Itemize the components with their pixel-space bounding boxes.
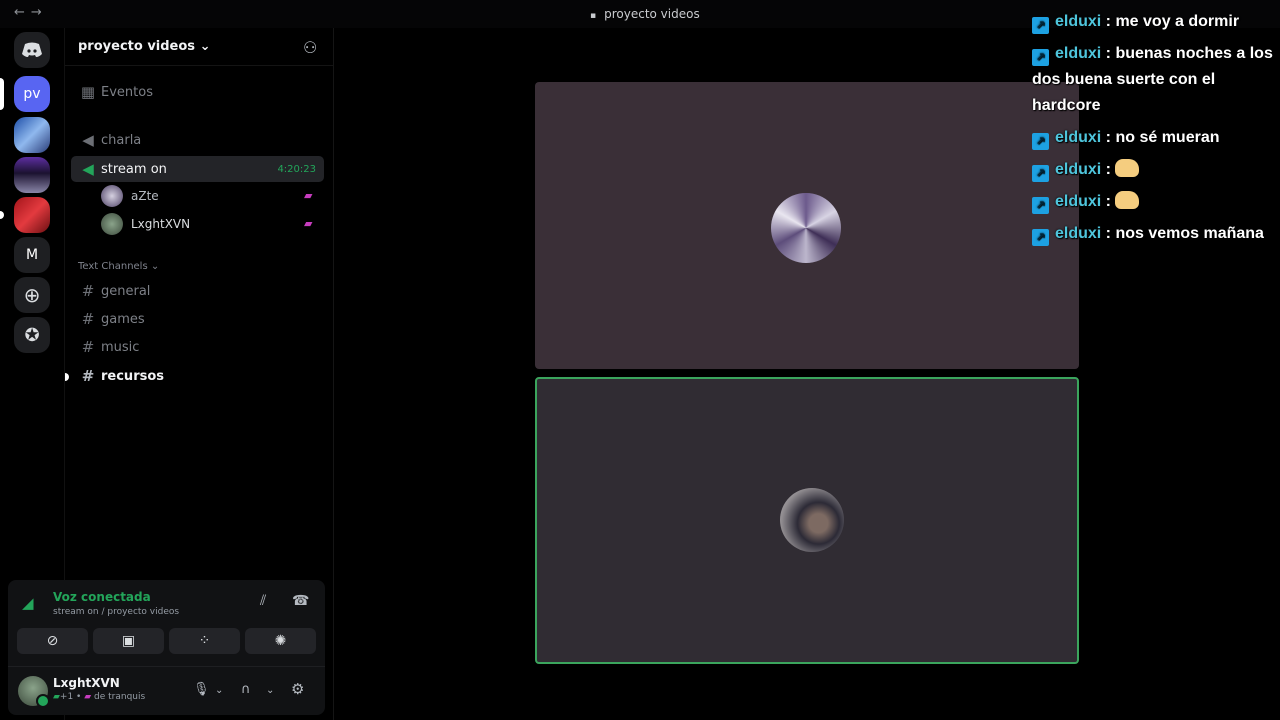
chat-message: ↗ elduxi : <box>1032 157 1280 183</box>
soundboard-icon[interactable]: ✺ <box>245 628 316 654</box>
username: LxghtXVN <box>53 676 120 690</box>
chat-overlay: ↗ elduxi : me voy a dormir ↗ elduxi : buen… <box>1032 9 1280 253</box>
online-status-icon <box>36 694 50 708</box>
badge-icon: ↗ <box>1032 229 1049 246</box>
events-item[interactable]: ▦ Eventos <box>71 79 324 105</box>
unread-indicator <box>65 373 69 381</box>
avatar[interactable] <box>18 676 50 708</box>
chat-message: ↗ elduxi : no sé mueran <box>1032 125 1280 151</box>
headphones-icon[interactable]: ∩ <box>241 682 251 697</box>
voice-panel: ◢ Voz conectada stream on / proyecto vid… <box>8 580 325 715</box>
chat-message: ↗ elduxi : nos vemos mañana <box>1032 221 1280 247</box>
avatar <box>101 185 123 207</box>
call-timer: 4:20:23 <box>277 163 316 175</box>
arrow-left-icon[interactable]: ← <box>14 5 31 20</box>
channel-recursos[interactable]: # recursos <box>71 363 324 389</box>
hash-icon: # <box>81 282 95 300</box>
hash-icon: # <box>81 367 95 385</box>
server-blue[interactable] <box>14 117 50 153</box>
voice-channel-charla[interactable]: ◀ charla <box>71 127 324 153</box>
channel-music[interactable]: # music <box>71 334 324 360</box>
chevron-down-icon: ⌄ <box>199 39 211 54</box>
selected-server-pill <box>0 78 4 110</box>
flexed-arm-emoji-icon <box>1115 191 1140 209</box>
game-controller-icon: ▰ <box>53 692 60 702</box>
signal-icon[interactable]: ◢ <box>22 594 34 612</box>
server-m[interactable]: M <box>14 237 50 273</box>
badge-icon: ↗ <box>1032 197 1049 214</box>
server-pv[interactable]: pv <box>14 76 50 112</box>
divider <box>65 65 333 66</box>
badge-icon: ↗ <box>1032 133 1049 150</box>
server-mini-icon: ▪ <box>590 11 597 21</box>
server-name-header[interactable]: proyecto videos ⌄ <box>78 39 210 54</box>
chevron-down-icon[interactable]: ⌄ <box>266 685 274 696</box>
calendar-icon: ▦ <box>80 83 96 101</box>
noise-suppression-icon[interactable]: ⫽ <box>260 593 266 609</box>
chevron-down-icon: ⌄ <box>150 261 160 272</box>
avatar <box>771 193 841 263</box>
chat-message: ↗ elduxi : buenas noches a los dos buena … <box>1032 45 1273 114</box>
channel-games[interactable]: # games <box>71 306 324 332</box>
server-purple[interactable] <box>14 157 50 193</box>
avatar <box>101 213 123 235</box>
badge-icon: ↗ <box>1032 17 1049 34</box>
plus-icon[interactable]: ⊕ <box>14 277 50 313</box>
chevron-down-icon[interactable]: ⌄ <box>215 685 223 696</box>
custom-status: ▰+1 • ▰ de tranquis <box>53 692 146 702</box>
activities-icon[interactable]: ⁘ <box>169 628 240 654</box>
nav-arrows: ←→ <box>14 5 48 20</box>
add-member-icon[interactable]: ⚇ <box>303 38 317 57</box>
screen-share-icon[interactable]: ▣ <box>93 628 164 654</box>
voice-status: Voz conectada <box>53 590 151 604</box>
voice-user-lxghtxvn[interactable]: LxghtXVN ▰ <box>101 212 312 236</box>
avatar <box>780 488 844 552</box>
hash-icon: # <box>81 310 95 328</box>
badge-icon: ↗ <box>1032 165 1049 182</box>
voice-user-azte[interactable]: aZte ▰ <box>101 184 312 208</box>
microphone-icon[interactable]: 🎙 <box>193 682 210 697</box>
category-text-channels[interactable]: Text Channels ⌄ <box>78 261 159 272</box>
chat-message: ↗ elduxi : me voy a dormir <box>1032 9 1280 35</box>
disconnect-icon[interactable]: ☎ <box>292 593 309 609</box>
user-bar: LxghtXVN ▰+1 • ▰ de tranquis 🎙 ⌄ ∩ ⌄ ⚙ <box>8 666 325 716</box>
speaker-icon: ◀ <box>82 131 94 149</box>
server-red[interactable] <box>14 197 50 233</box>
game-controller-icon: ▰ <box>304 189 313 202</box>
arrow-right-icon[interactable]: → <box>31 5 48 20</box>
hash-icon: # <box>81 338 95 356</box>
channel-general[interactable]: # general <box>71 278 324 304</box>
game-controller-icon: ▰ <box>84 692 92 702</box>
settings-gear-icon[interactable]: ⚙ <box>291 680 304 698</box>
unread-indicator <box>0 211 4 219</box>
video-tile-azte[interactable] <box>535 82 1079 369</box>
speaker-icon: ◀ <box>82 160 94 178</box>
game-controller-icon: ▰ <box>304 217 313 230</box>
flexed-arm-emoji-icon <box>1115 159 1140 177</box>
camera-off-icon[interactable]: ⊘ <box>17 628 88 654</box>
badge-icon: ↗ <box>1032 49 1049 66</box>
compass-icon[interactable]: ✪ <box>14 317 50 353</box>
window-title: ▪ proyecto videos <box>590 7 700 21</box>
chat-message: ↗ elduxi : <box>1032 189 1280 215</box>
voice-channel-stream-on[interactable]: ◀ stream on 4:20:23 <box>71 156 324 182</box>
video-tile-lxghtxvn-speaking[interactable] <box>535 377 1079 664</box>
discord-logo-icon[interactable] <box>14 32 50 68</box>
voice-location[interactable]: stream on / proyecto videos <box>53 607 179 617</box>
